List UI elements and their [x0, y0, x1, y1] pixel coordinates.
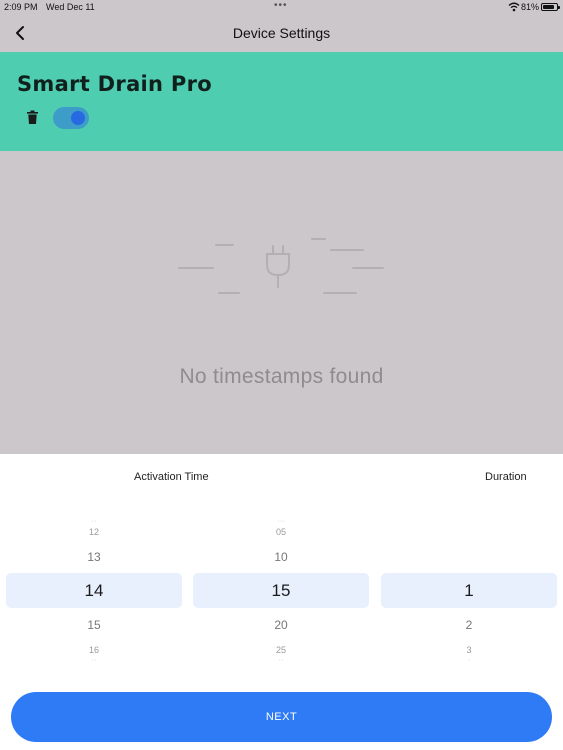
- picker-item: ··: [91, 518, 97, 522]
- activation-time-label: Activation Time: [134, 471, 209, 483]
- picker-item[interactable]: 20: [193, 618, 369, 632]
- multitasking-dots-icon[interactable]: •••: [274, 0, 288, 11]
- status-date: Wed Dec 11: [46, 2, 95, 12]
- picker-item[interactable]: 12: [6, 527, 182, 537]
- picker-item: ··: [278, 657, 284, 661]
- picker-item[interactable]: 13: [6, 550, 182, 564]
- picker-item[interactable]: 15: [6, 618, 182, 632]
- schedule-sheet: Activation Time Duration ·· 12 13 14 15 …: [0, 454, 563, 750]
- empty-message: No timestamps found: [179, 365, 384, 388]
- picker-selected-item[interactable]: 15: [193, 581, 369, 601]
- picker-item: ···: [277, 518, 285, 522]
- picker-selected-item[interactable]: 1: [381, 581, 557, 601]
- picker-item[interactable]: 10: [193, 550, 369, 564]
- plug-icon: [178, 238, 384, 294]
- picker-item: ·: [467, 657, 471, 661]
- wifi-icon: [508, 2, 520, 12]
- hour-picker[interactable]: ·· 12 13 14 15 16 ··: [6, 514, 182, 664]
- picker-item[interactable]: 3: [381, 645, 557, 655]
- device-header: Smart Drain Pro: [0, 52, 563, 151]
- duration-label: Duration: [485, 471, 527, 483]
- page-title: Device Settings: [232, 25, 331, 41]
- timestamps-empty-state: No timestamps found: [0, 151, 563, 454]
- picker-item[interactable]: 16: [6, 645, 182, 655]
- picker-item[interactable]: 2: [381, 618, 557, 632]
- picker-selected-item[interactable]: 14: [6, 581, 182, 601]
- status-bar: 2:09 PM Wed Dec 11 ••• 81%: [0, 0, 563, 14]
- picker-item: ··: [91, 657, 97, 661]
- nav-bar: Device Settings: [0, 14, 563, 52]
- device-enabled-toggle[interactable]: [53, 107, 89, 129]
- device-name: Smart Drain Pro: [17, 72, 212, 96]
- next-button[interactable]: NEXT: [11, 692, 552, 742]
- picker-item[interactable]: 05: [193, 527, 369, 537]
- picker-item[interactable]: 25: [193, 645, 369, 655]
- battery-icon: [541, 3, 560, 11]
- toggle-knob: [71, 111, 85, 125]
- trash-icon[interactable]: [26, 110, 39, 125]
- duration-picker[interactable]: 1 2 3 ·: [381, 514, 557, 664]
- minute-picker[interactable]: ··· 05 10 15 20 25 ··: [193, 514, 369, 664]
- battery-percent: 81%: [521, 2, 540, 12]
- status-time: 2:09 PM: [4, 2, 38, 12]
